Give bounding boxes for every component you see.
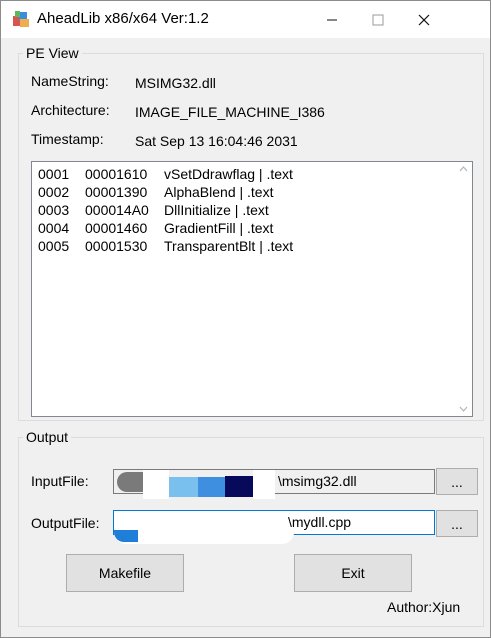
timestamp-value: Sat Sep 13 16:04:46 2031 <box>135 133 298 149</box>
makefile-button[interactable]: Makefile <box>66 554 184 592</box>
pe-view-label: PE View <box>23 45 82 61</box>
rva-cell: 000014A0 <box>85 202 149 218</box>
maximize-icon <box>372 14 384 25</box>
ordinal-cell: 0001 <box>38 166 70 182</box>
scroll-up-icon[interactable] <box>459 166 468 172</box>
outputfile-label: OutputFile: <box>31 515 100 531</box>
architecture-value: IMAGE_FILE_MACHINE_I386 <box>135 104 325 120</box>
rva-cell: 00001460 <box>85 220 148 236</box>
ordinal-cell: 0004 <box>38 220 70 236</box>
ordinal-cell: 0002 <box>38 184 70 200</box>
redacted-path-segment <box>253 470 275 499</box>
minimize-button[interactable] <box>309 1 355 38</box>
rva-cell: 00001530 <box>85 238 148 254</box>
window-title: AheadLib x86/x64 Ver:1.2 <box>37 10 209 27</box>
timestamp-label: Timestamp: <box>31 131 104 147</box>
architecture-label: Architecture: <box>31 102 110 118</box>
minimize-icon <box>327 19 337 20</box>
export-name-cell: DllInitialize | .text <box>164 202 269 218</box>
exports-list[interactable]: 0001 00001610 vSetDdrawflag | .text 0002… <box>31 161 473 417</box>
title-bar: AheadLib x86/x64 Ver:1.2 <box>1 1 490 38</box>
inputfile-label: InputFile: <box>31 473 89 489</box>
redacted-path-segment <box>169 477 198 497</box>
redacted-path-segment <box>117 472 143 492</box>
namestring-value: MSIMG32.dll <box>135 75 216 91</box>
rva-cell: 00001610 <box>85 166 148 182</box>
input-browse-button[interactable]: ... <box>436 468 478 495</box>
export-name-cell: GradientFill | .text <box>164 220 274 236</box>
redacted-path-segment <box>114 532 294 544</box>
ordinal-cell: 0003 <box>38 202 70 218</box>
app-icon <box>13 11 29 27</box>
vertical-scrollbar[interactable] <box>455 162 472 416</box>
output-label: Output <box>23 429 72 445</box>
exit-button[interactable]: Exit <box>294 554 412 592</box>
redacted-path-segment <box>114 530 138 542</box>
rva-cell: 00001390 <box>85 184 148 200</box>
export-name-cell: vSetDdrawflag | .text <box>164 166 293 182</box>
close-icon <box>418 14 430 25</box>
redacted-path-segment <box>198 477 225 497</box>
output-browse-button[interactable]: ... <box>436 510 478 537</box>
namestring-label: NameString: <box>31 73 109 89</box>
main-window: AheadLib x86/x64 Ver:1.2 PE View NameStr… <box>0 0 491 638</box>
inputfile-value: \msimg32.dll <box>278 473 357 489</box>
redacted-path-segment <box>143 470 169 499</box>
redacted-path-segment <box>114 511 288 534</box>
redacted-path-segment <box>225 476 253 497</box>
author-label: Author:Xjun <box>387 599 461 615</box>
scroll-down-icon[interactable] <box>459 406 468 412</box>
export-name-cell: AlphaBlend | .text <box>164 184 274 200</box>
ordinal-cell: 0005 <box>38 238 70 254</box>
close-button[interactable] <box>401 1 447 38</box>
maximize-button[interactable] <box>355 1 401 38</box>
export-name-cell: TransparentBlt | .text <box>164 238 294 254</box>
outputfile-value: \mydll.cpp <box>288 514 352 530</box>
